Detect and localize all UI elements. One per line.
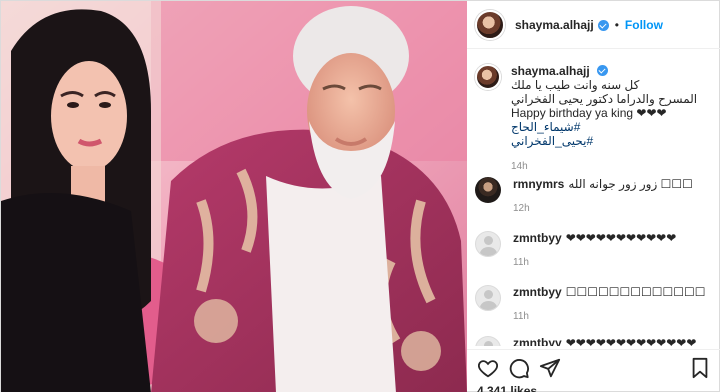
comment-item: zmntbyy ❤❤❤❤❤❤❤❤❤❤❤ 11h bbox=[475, 231, 715, 270]
comment-item: zmntbyy ❤❤❤❤❤❤❤❤❤❤❤❤❤ bbox=[475, 336, 715, 346]
comment-body: zmntbyy ❤❤❤❤❤❤❤❤❤❤❤❤❤ bbox=[513, 336, 696, 346]
caption-line-1: كل سنه وانت طيب يا ملك bbox=[511, 78, 640, 92]
bookmark-icon[interactable] bbox=[689, 357, 711, 379]
caption: shayma.alhajj كل سنه وانت طيب يا ملك الم… bbox=[475, 64, 715, 174]
comments-list[interactable]: shayma.alhajj كل سنه وانت طيب يا ملك الم… bbox=[467, 50, 720, 346]
commenter-username[interactable]: zmntbyy bbox=[513, 231, 562, 245]
likes-count[interactable]: 4,341 likes bbox=[477, 384, 537, 392]
comment-body: rmnymrs زور زور جوانه الله ☐☐☐ 12h bbox=[513, 177, 693, 216]
comment-text: ❤❤❤❤❤❤❤❤❤❤❤ bbox=[565, 231, 677, 245]
comment-time[interactable]: 11h bbox=[513, 255, 676, 270]
separator: • bbox=[614, 17, 619, 32]
comment-text: زور زور جوانه الله ☐☐☐ bbox=[568, 177, 693, 191]
caption-line-3: Happy birthday ya king ❤❤❤ bbox=[511, 106, 667, 120]
caption-line-2: المسرح والدراما دكتور يحيى الفخراني bbox=[511, 92, 698, 106]
comment-icon[interactable] bbox=[508, 357, 530, 379]
photo-illustration bbox=[1, 1, 467, 392]
hashtag-link-1[interactable]: #شيماء_الحاج bbox=[511, 120, 697, 134]
hashtag-link-2[interactable]: #يحيى_الفخراني bbox=[511, 134, 697, 148]
author-username[interactable]: shayma.alhajj bbox=[515, 18, 594, 32]
comment-body: zmntbyy ☐☐☐☐☐☐☐☐☐☐☐☐☐ 11h bbox=[513, 285, 706, 324]
follow-button[interactable]: Follow bbox=[625, 18, 663, 32]
commenter-avatar[interactable] bbox=[475, 177, 501, 203]
caption-body: shayma.alhajj كل سنه وانت طيب يا ملك الم… bbox=[511, 64, 697, 174]
caption-avatar[interactable] bbox=[475, 64, 501, 90]
commenter-username[interactable]: rmnymrs bbox=[513, 177, 564, 191]
commenter-avatar[interactable] bbox=[475, 336, 501, 346]
comment-text: ❤❤❤❤❤❤❤❤❤❤❤❤❤ bbox=[565, 336, 697, 346]
verified-badge-icon bbox=[597, 65, 609, 76]
comment-item: rmnymrs زور زور جوانه الله ☐☐☐ 12h bbox=[475, 177, 715, 216]
comment-time[interactable]: 12h bbox=[513, 201, 693, 216]
instagram-post-modal: shayma.alhajj • Follow shayma.alhajj كل … bbox=[0, 0, 720, 392]
commenter-avatar[interactable] bbox=[475, 231, 501, 257]
heart-icon[interactable] bbox=[477, 357, 499, 379]
caption-time[interactable]: 14h bbox=[511, 160, 697, 174]
commenter-avatar[interactable] bbox=[475, 285, 501, 311]
verified-badge-icon bbox=[597, 20, 609, 31]
comment-time[interactable]: 11h bbox=[513, 309, 706, 324]
share-icon[interactable] bbox=[539, 357, 561, 379]
commenter-username[interactable]: zmntbyy bbox=[513, 285, 562, 299]
comment-body: zmntbyy ❤❤❤❤❤❤❤❤❤❤❤ 11h bbox=[513, 231, 676, 270]
commenter-username[interactable]: zmntbyy bbox=[513, 336, 562, 346]
action-bar bbox=[467, 349, 720, 381]
author-avatar[interactable] bbox=[475, 9, 505, 40]
post-photo[interactable] bbox=[1, 1, 467, 392]
caption-username[interactable]: shayma.alhajj bbox=[511, 64, 590, 78]
comment-text: ☐☐☐☐☐☐☐☐☐☐☐☐☐ bbox=[565, 285, 706, 299]
comment-item: zmntbyy ☐☐☐☐☐☐☐☐☐☐☐☐☐ 11h bbox=[475, 285, 715, 324]
post-header: shayma.alhajj • Follow bbox=[467, 1, 720, 49]
post-side-panel: shayma.alhajj • Follow shayma.alhajj كل … bbox=[467, 1, 720, 392]
